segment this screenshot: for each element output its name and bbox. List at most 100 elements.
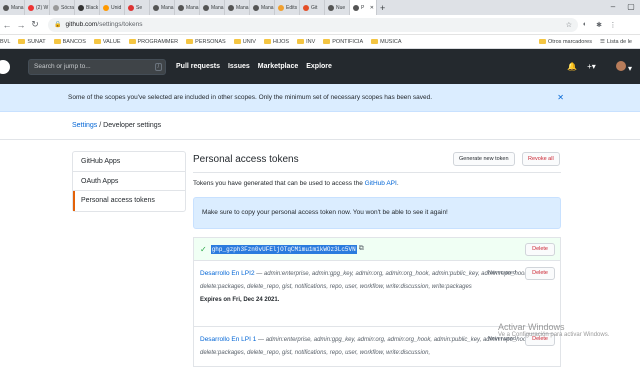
browser-tab[interactable]: Mana — [150, 0, 175, 15]
github-logo-icon[interactable] — [0, 59, 10, 74]
sidebar-item-personal-access-tokens[interactable]: Personal access tokens — [73, 191, 185, 211]
sidebar-item-oauth-apps[interactable]: OAuth Apps — [73, 172, 185, 191]
generate-new-token-button[interactable]: Generate new token — [453, 152, 515, 166]
bookmark-folder[interactable]: PERSONAS — [186, 39, 226, 45]
search-placeholder: Search or jump to... — [34, 63, 91, 70]
new-tab-button[interactable]: + — [380, 3, 385, 13]
github-favicon-icon — [253, 4, 259, 11]
tab-label: Unid — [111, 4, 122, 11]
notifications-bell-icon[interactable]: 🔔 — [567, 62, 577, 71]
tab-favicon-icon — [103, 4, 109, 11]
bookmark-label: BANCOS — [62, 38, 86, 45]
breadcrumb-settings-link[interactable]: Settings — [72, 122, 97, 129]
tab-favicon-icon — [3, 4, 9, 11]
tab-favicon-icon — [128, 4, 134, 11]
copy-icon[interactable]: ⧉ — [359, 245, 364, 253]
watermark-title: Activar Windows — [498, 322, 565, 332]
flash-message: Some of the scopes you've selected are i… — [68, 94, 432, 101]
avatar[interactable]: ▾ — [606, 60, 632, 73]
reading-list[interactable]: ☰ Lista de le — [600, 39, 632, 45]
bookmark-star-icon[interactable]: ☆ — [566, 21, 572, 29]
lock-icon[interactable]: 🔒 — [54, 21, 61, 28]
token-last-used: Never used — [487, 270, 516, 276]
nav-marketplace[interactable]: Marketplace — [258, 63, 298, 70]
github-favicon-icon — [353, 4, 359, 11]
token-value[interactable]: ghp_gzph3Fzn0vUFEljOTqCMimu1m1kWOz3Lc5VN — [210, 244, 357, 254]
bookmark-folder[interactable]: INV — [297, 39, 315, 45]
browser-tab[interactable]: Git — [300, 0, 325, 15]
browser-tab[interactable]: Se — [125, 0, 150, 15]
other-bookmarks[interactable]: Otros marcadores — [538, 38, 592, 45]
folder-icon — [538, 39, 546, 44]
sidebar-item-github-apps[interactable]: GitHub Apps — [73, 152, 185, 172]
check-icon: ✓ — [200, 244, 207, 254]
bookmark-folder[interactable]: VALUE — [93, 39, 121, 45]
tab-label: P — [361, 4, 365, 11]
bookmark-label: SUNAT — [27, 38, 46, 45]
new-token-row: ✓ ghp_gzph3Fzn0vUFEljOTqCMimu1m1kWOz3Lc5… — [193, 237, 561, 261]
github-api-link[interactable]: GitHub API — [365, 180, 397, 187]
tab-favicon-icon — [28, 4, 34, 11]
close-icon[interactable]: ✕ — [557, 93, 564, 102]
scopes-separator: — — [258, 337, 266, 343]
folder-icon — [233, 39, 241, 44]
token-name-link[interactable]: Desarrollo En LPI 1 — [200, 336, 256, 343]
browser-tab[interactable]: Mana — [0, 0, 25, 15]
extension-icon[interactable]: ◐ — [578, 21, 592, 28]
revoke-all-button[interactable]: Revoke all — [522, 152, 560, 166]
bookmark-folder[interactable]: MUSICA — [371, 38, 402, 45]
browser-tab-strip: Mana (2) W Sócra Black Unid Se Mana Mana… — [0, 0, 640, 15]
browser-tab[interactable]: Mana — [175, 0, 200, 15]
bookmark-folder[interactable]: SUNAT — [18, 38, 46, 45]
bookmark-folder[interactable]: PONTIFICIA — [323, 39, 363, 45]
browser-tab[interactable]: Mana — [250, 0, 275, 15]
token-expiry: Expires on Fri, Dec 24 2021. — [200, 297, 280, 303]
divider — [0, 139, 640, 140]
tab-label: Git — [311, 4, 318, 11]
browser-tab[interactable]: Nue — [325, 0, 350, 15]
browser-tab[interactable]: Sócra — [50, 0, 75, 15]
close-tab-icon[interactable]: ✕ — [370, 5, 374, 11]
bookmark-folder[interactable]: UNIV — [233, 39, 256, 45]
delete-button[interactable]: Delete — [525, 243, 555, 256]
nav-pull-requests[interactable]: Pull requests — [176, 63, 220, 70]
reload-icon[interactable]: ↻ — [28, 19, 42, 30]
bookmark-item[interactable]: BVL — [0, 39, 10, 45]
browser-tab[interactable]: Mana — [200, 0, 225, 15]
back-arrow-icon[interactable]: ← — [0, 20, 14, 30]
nav-issues[interactable]: Issues — [228, 63, 250, 70]
browser-tab[interactable]: Mana — [225, 0, 250, 15]
tab-label: Sócra — [61, 4, 75, 11]
extensions-puzzle-icon[interactable]: ✱ — [592, 21, 606, 29]
browser-tab[interactable]: Edits — [275, 0, 300, 15]
browser-tab[interactable]: (2) W — [25, 0, 50, 15]
delete-button[interactable]: Delete — [525, 267, 555, 280]
breadcrumb: Settings / Developer settings — [72, 122, 161, 129]
create-new-button[interactable]: +▾ — [587, 62, 596, 71]
browser-tab-active[interactable]: P ✕ — [350, 0, 377, 15]
menu-kebab-icon[interactable]: ⋮ — [606, 21, 620, 29]
bookmark-folder[interactable]: PROGRAMMER — [128, 39, 178, 45]
url-path: /settings/tokens — [97, 21, 143, 28]
bookmark-label: Otros marcadores — [547, 38, 592, 45]
browser-tab[interactable]: Unid — [100, 0, 125, 15]
nav-explore[interactable]: Explore — [306, 63, 332, 70]
tab-label: Edits — [286, 4, 298, 11]
tab-label: Mana — [211, 4, 224, 11]
browser-tab[interactable]: Black — [75, 0, 100, 15]
minimize-icon[interactable]: – — [604, 0, 622, 14]
tab-label: Se — [136, 4, 143, 11]
search-input[interactable]: Search or jump to... / — [28, 58, 166, 75]
bookmark-label: MUSICA — [380, 38, 402, 45]
github-favicon-icon — [328, 4, 334, 11]
token-name-link[interactable]: Desarrollo En LPI2 — [200, 270, 255, 277]
maximize-icon[interactable]: ▢ — [622, 0, 640, 14]
bookmark-label: INV — [306, 38, 316, 45]
search-shortcut-badge: / — [154, 62, 162, 71]
bookmark-folder[interactable]: BANCOS — [53, 38, 86, 45]
address-bar[interactable]: 🔒 github.com/settings/tokens ☆ — [48, 17, 578, 32]
windows-activation-watermark: Activar Windows Ve a Configuración para … — [498, 322, 609, 338]
bookmark-folder[interactable]: HIJOS — [263, 39, 289, 45]
tokens-description: Tokens you have generated that can be us… — [193, 180, 399, 187]
forward-arrow-icon[interactable]: → — [14, 20, 28, 30]
